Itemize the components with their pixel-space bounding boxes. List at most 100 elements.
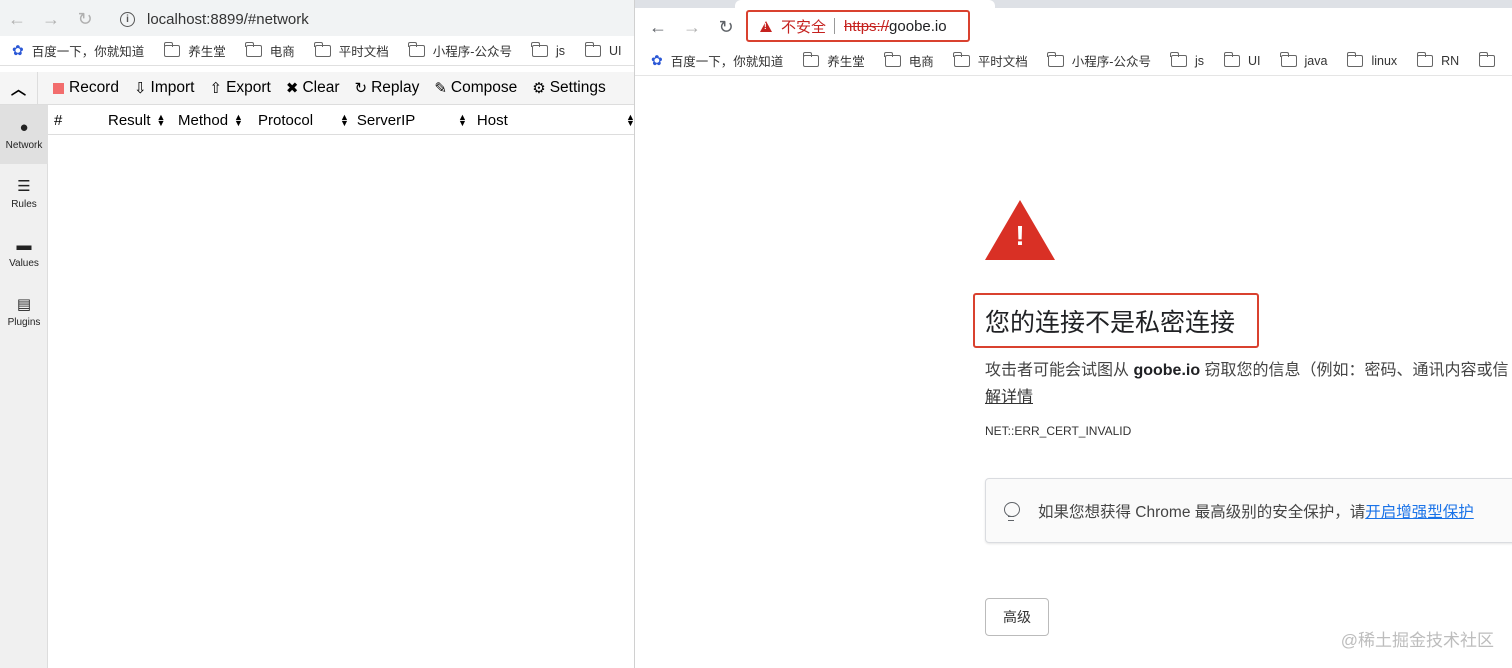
col-serverip[interactable]: ▲ ▼ ServerIP [340, 105, 415, 135]
export-button[interactable]: ⇧ Export [209, 79, 270, 97]
bookmark-folder[interactable]: js [1170, 51, 1204, 68]
import-icon: ⇩ [133, 80, 147, 97]
forward-icon[interactable]: → [34, 2, 68, 36]
bookmark-folder[interactable]: 电商 [884, 51, 934, 70]
info-icon[interactable]: i [120, 11, 135, 27]
sidebar-item-values[interactable]: ▬ Values [0, 223, 48, 282]
bookmark-baidu[interactable]: ✿ 百度一下，你就知道 [12, 41, 144, 60]
compose-icon: ✎ [434, 80, 447, 97]
learn-more-link[interactable]: 解详情 [985, 383, 1033, 407]
settings-button[interactable]: ⚙ Settings [532, 79, 605, 97]
lightbulb-icon [1004, 501, 1020, 521]
tab-strip [635, 0, 1512, 8]
back-icon[interactable]: ← [0, 2, 34, 36]
record-button[interactable]: Record [53, 79, 119, 97]
reload-icon[interactable]: ↻ [68, 2, 102, 36]
baidu-icon: ✿ [651, 52, 663, 68]
col-host[interactable]: ▲ ▼ Host [458, 105, 508, 135]
left-browser-window: ← → ↻ i localhost:8899/#network ✿ 百度一下，你就… [0, 0, 634, 668]
right-address-bar[interactable]: 不安全 https://goobe.io [746, 10, 970, 42]
network-table-header: # Result ▲ ▼ Method ▲ ▼ Protocol ▲ ▼ ServerIP … [48, 105, 634, 135]
col-result[interactable]: Result ▲ ▼ [108, 105, 165, 135]
bookmark-folder[interactable]: UI [1223, 51, 1261, 68]
page-title: 您的连接不是私密连接 [973, 293, 1259, 348]
folder-icon [584, 41, 601, 57]
folder-icon [1416, 51, 1434, 67]
replay-icon: ↻ [354, 80, 368, 97]
bookmark-folder[interactable]: 养生堂 [163, 41, 226, 60]
folder-icon [802, 51, 820, 67]
bookmark-folder[interactable]: RN [1416, 51, 1459, 68]
warning-description: 攻击者可能会试图从 goobe.io 窃取您的信息（例如：密码、通讯内容或信 [985, 362, 1509, 379]
sort-icon: ▲ ▼ [626, 112, 634, 128]
folder-icon [1346, 51, 1364, 67]
whistle-toolbar: ︿ Record ⇩ Import ⇧ Export ✖ Clear ↻ Replay … [0, 71, 634, 105]
sidebar-item-rules[interactable]: ☰ Rules [0, 164, 48, 223]
url-scheme: https:// [844, 17, 890, 35]
back-icon[interactable]: ← [641, 10, 675, 44]
col-index[interactable]: # [54, 105, 62, 135]
bookmark-folder[interactable]: java [1280, 51, 1327, 68]
folder-icon [1223, 51, 1240, 67]
folder-icon [884, 51, 901, 67]
baidu-icon: ✿ [12, 42, 24, 58]
bookmark-folder[interactable]: js [531, 41, 565, 58]
bookmark-folder[interactable]: 平时文档 [314, 41, 389, 60]
record-icon [53, 82, 64, 94]
bookmark-folder[interactable]: 电商 [245, 41, 295, 60]
left-address-bar[interactable]: i localhost:8899/#network [108, 4, 634, 34]
bookmark-folder[interactable]: 平时文档 [953, 51, 1028, 70]
col-protocol[interactable]: Protocol [258, 105, 313, 135]
url-host: goobe.io [889, 17, 947, 35]
globe-icon: ● [19, 118, 29, 136]
gear-icon: ⚙ [532, 80, 546, 97]
enhanced-protection-tip: 如果您想获得 Chrome 最高级别的安全保护，请 开启增强型保护 [985, 478, 1512, 543]
left-bookmarks-bar: ✿ 百度一下，你就知道 养生堂 电商 平时文档 小程序-公众号 js UI [0, 36, 634, 66]
active-tab[interactable] [735, 0, 995, 8]
privacy-warning-icon: ! [985, 200, 1055, 260]
import-button[interactable]: ⇩ Import [134, 79, 195, 97]
folder-icon [953, 51, 970, 67]
replay-button[interactable]: ↻ Replay [355, 79, 420, 97]
bookmark-folder[interactable] [1478, 51, 1503, 67]
enhanced-protection-link[interactable]: 开启增强型保护 [1365, 500, 1474, 522]
sort-icon: ▲ ▼ [234, 112, 243, 128]
clear-button[interactable]: ✖ Clear [286, 79, 340, 97]
warning-icon [760, 20, 772, 32]
list-icon: ☰ [17, 178, 31, 195]
sidebar-item-network[interactable]: ● Network [0, 105, 48, 164]
reload-icon[interactable]: ↻ [709, 10, 743, 44]
folder-icon [163, 41, 181, 57]
sort-icon: ▲ ▼ [156, 112, 166, 128]
bookmark-folder[interactable]: UI [584, 41, 622, 58]
bookmark-folder[interactable]: linux [1346, 51, 1397, 68]
folder-icon [245, 41, 262, 57]
bookmark-folder[interactable]: 小程序-公众号 [408, 41, 512, 60]
left-url: localhost:8899/#network [147, 10, 309, 28]
folder-icon: ▬ [16, 236, 32, 254]
whistle-sidebar: ● Network ☰ Rules ▬ Values ▤ Plugins [0, 105, 48, 668]
col-method[interactable]: Method ▲ ▼ [178, 105, 243, 135]
folder-icon [1478, 51, 1496, 67]
collapse-icon[interactable]: ︿ [0, 71, 38, 105]
right-browser-window: ← → ↻ 不安全 https://goobe.io ✿百度一下，你就知道 养生… [634, 0, 1512, 668]
folder-icon [408, 41, 425, 57]
folder-icon [531, 41, 548, 57]
bookmark-baidu[interactable]: ✿ 百度一下，你就知道 [651, 51, 783, 70]
folder-icon [1047, 51, 1064, 67]
compose-button[interactable]: ✎ Compose [434, 79, 517, 97]
bookmark-folder[interactable]: 小程序-公众号 [1047, 51, 1151, 70]
insecure-label[interactable]: 不安全 [781, 16, 826, 37]
divider [834, 18, 836, 34]
folder-icon [1280, 51, 1297, 67]
forward-icon[interactable]: → [675, 10, 709, 44]
bookmark-folder[interactable]: 养生堂 [802, 51, 865, 70]
col-more[interactable]: ▲ ▼ [620, 105, 634, 135]
folder-icon [314, 41, 331, 57]
plugin-icon: ▤ [16, 296, 32, 313]
advanced-button[interactable]: 高级 [985, 598, 1049, 636]
clear-icon: ✖ [285, 80, 299, 97]
folder-icon [1170, 51, 1187, 67]
sidebar-item-plugins[interactable]: ▤ Plugins [0, 282, 48, 341]
error-code[interactable]: NET::ERR_CERT_INVALID [985, 424, 1131, 438]
